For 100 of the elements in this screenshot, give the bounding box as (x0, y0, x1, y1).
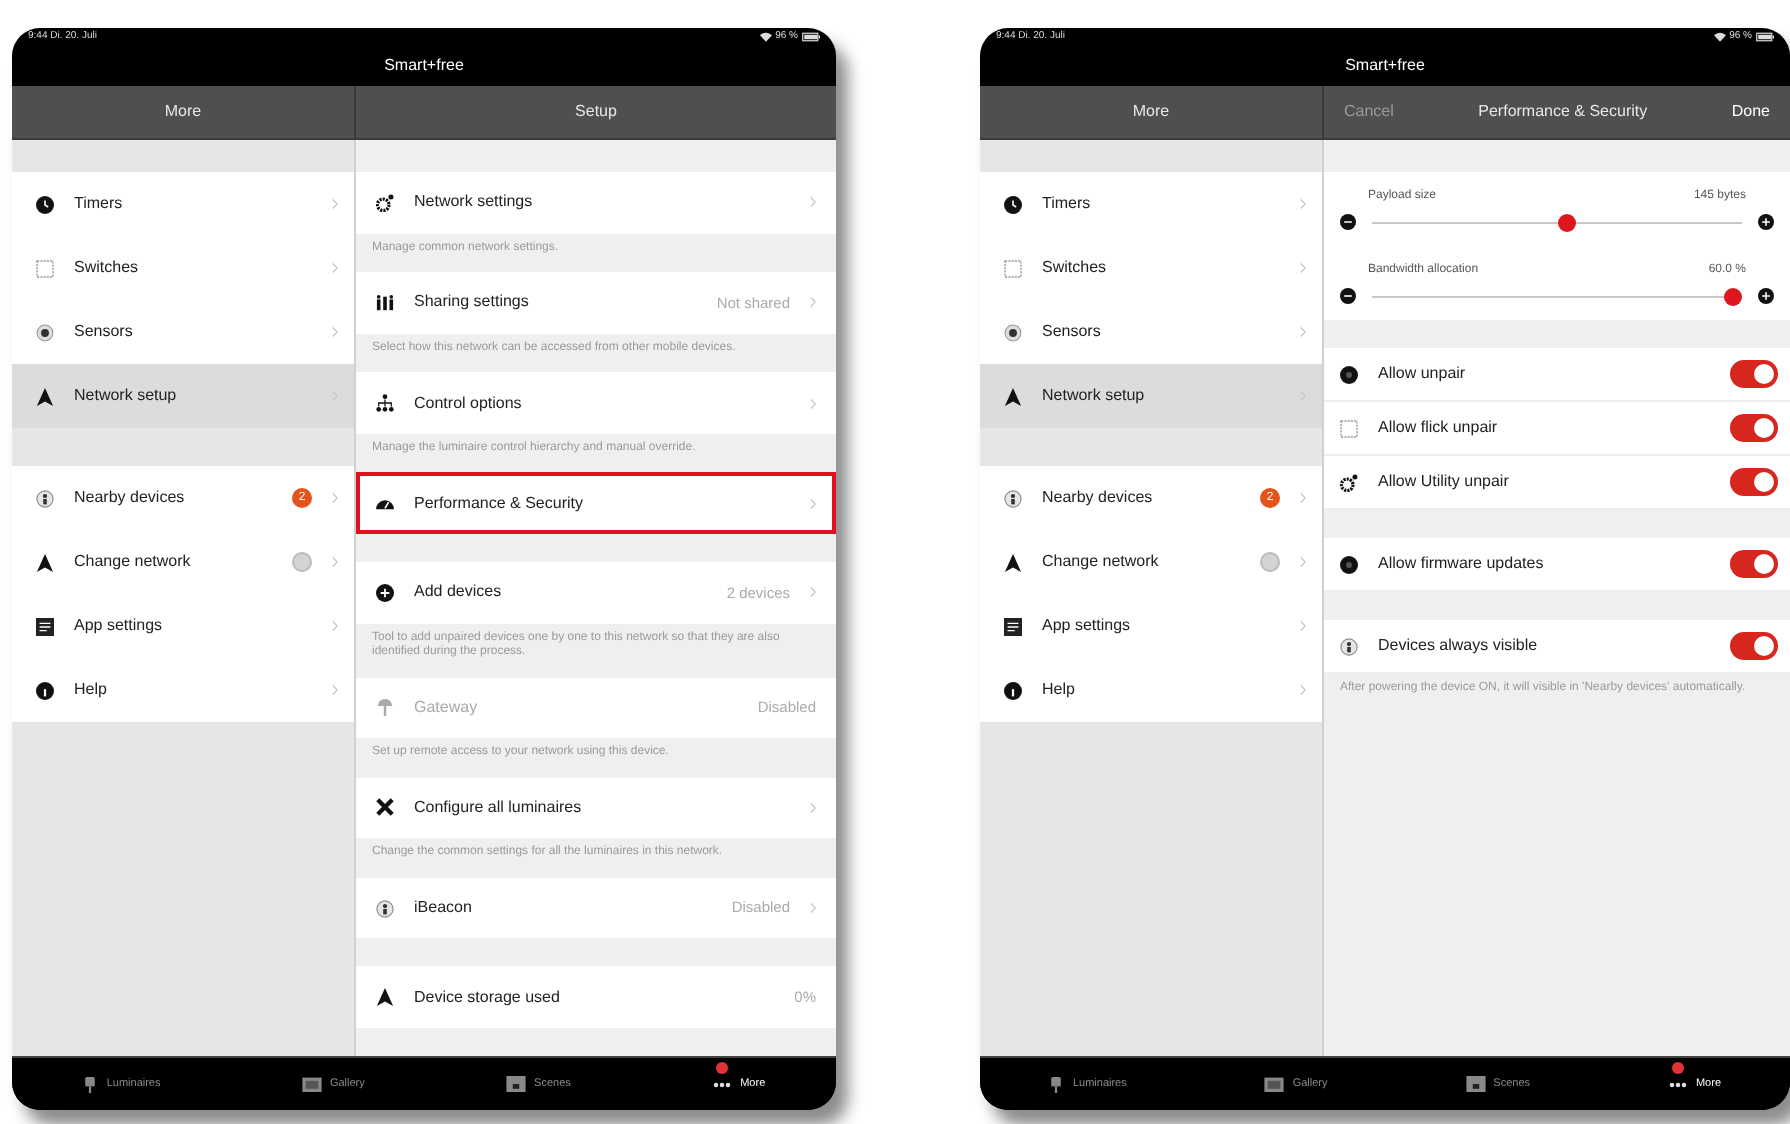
menu-label: Nearby devices (1042, 486, 1155, 510)
status-badge (292, 552, 312, 572)
menu-item[interactable]: Network setup (980, 364, 1322, 428)
minus-circle-icon[interactable] (1340, 288, 1356, 304)
chevron-icon (332, 198, 338, 210)
peak-icon (36, 553, 54, 571)
gauge-icon (376, 494, 394, 513)
menu-item[interactable]: Sensors (12, 300, 354, 364)
battery-icon (802, 32, 820, 42)
menu-label: Timers (1042, 192, 1093, 216)
panel-title: Setup (575, 100, 617, 124)
menu-label: App settings (74, 614, 165, 638)
square-icon (36, 259, 54, 277)
menu-item[interactable]: Switches (12, 236, 354, 300)
gallery-icon (301, 1076, 322, 1092)
menu-item[interactable]: Help (12, 658, 354, 722)
setting-label: Device storage used (414, 985, 562, 1010)
gear-icon (376, 193, 394, 212)
menu-item[interactable]: Change network (980, 530, 1322, 594)
menu-label: Network setup (74, 384, 179, 408)
target-icon (1004, 323, 1022, 341)
plus-circle-icon[interactable] (1758, 288, 1774, 304)
gallery-icon (1264, 1076, 1285, 1092)
menu-label: Sensors (74, 320, 135, 344)
settings-row[interactable]: Performance & Security (356, 472, 836, 534)
setting-label: Add devices (414, 580, 504, 605)
toggle-switch[interactable] (1730, 360, 1778, 388)
menu-item[interactable]: App settings (980, 594, 1322, 658)
scenes-icon (506, 1076, 527, 1092)
peak-icon (376, 988, 394, 1007)
person-icon (1340, 637, 1358, 655)
toggle-switch[interactable] (1730, 550, 1778, 578)
menu-item[interactable]: Help (980, 658, 1322, 722)
menu-label: Sensors (1042, 320, 1103, 344)
menu-item[interactable]: Timers (980, 172, 1322, 236)
settings-row[interactable]: Control options (356, 372, 836, 434)
chevron-icon (1300, 262, 1306, 274)
panel-title: More (1132, 100, 1170, 124)
toggle-switch[interactable] (1730, 414, 1778, 442)
cross-icon (376, 798, 394, 817)
setting-label: Allow flick unpair (1378, 416, 1500, 440)
menu-label: Help (1042, 678, 1077, 702)
chevron-icon (1300, 198, 1306, 210)
grid-icon (1004, 617, 1022, 635)
menu-item[interactable]: Network setup (12, 364, 354, 428)
battery-icon (1756, 32, 1774, 42)
chevron-icon (1300, 492, 1306, 504)
dots-icon (1667, 1081, 1688, 1087)
toggle-switch[interactable] (1730, 468, 1778, 496)
status-badge (1260, 552, 1280, 572)
menu-label: Switches (74, 256, 141, 280)
setting-label: Performance & Security (414, 491, 585, 516)
panel-title: Performance & Security (1478, 100, 1648, 124)
menu-item[interactable]: Timers (12, 172, 354, 236)
setting-label: Sharing settings (414, 290, 531, 315)
menu-item[interactable]: Change network (12, 530, 354, 594)
hierarchy-icon (376, 394, 394, 413)
slider-thumb[interactable] (1558, 213, 1577, 231)
plus-circle-icon[interactable] (1758, 214, 1774, 230)
chevron-icon (1300, 684, 1306, 696)
menu-label: App settings (1042, 614, 1133, 638)
done-button[interactable]: Done (1731, 100, 1770, 124)
peak-icon (36, 387, 54, 405)
chevron-icon (332, 492, 338, 504)
chevron-icon (1300, 620, 1306, 632)
app-title: Smart+free (384, 54, 464, 78)
chevron-icon (332, 326, 338, 338)
slider-thumb[interactable] (1724, 287, 1742, 305)
setting-label: Allow unpair (1378, 362, 1468, 386)
lamp-icon (1048, 1075, 1065, 1093)
menu-label: Timers (74, 192, 125, 216)
chevron-icon (332, 620, 338, 632)
setting-label: Allow firmware updates (1378, 552, 1546, 576)
disc-icon (1340, 365, 1358, 383)
minus-circle-icon[interactable] (1340, 214, 1356, 230)
menu-item[interactable]: Switches (980, 236, 1322, 300)
square-icon (1004, 259, 1022, 277)
square-icon (1340, 419, 1358, 437)
slider-track[interactable] (1372, 213, 1742, 231)
settings-row[interactable]: Configure all luminaires (356, 777, 836, 839)
toggle-switch[interactable] (1730, 632, 1778, 660)
info-icon (1004, 681, 1022, 699)
settings-row[interactable]: Network settings (356, 172, 836, 234)
setting-label: Gateway (414, 695, 480, 720)
person-icon (376, 899, 394, 918)
setting-label: Allow Utility unpair (1378, 470, 1511, 494)
menu-label: Nearby devices (74, 486, 187, 510)
setting-label: Configure all luminaires (414, 795, 584, 820)
menu-label: Change network (1042, 550, 1161, 574)
slider-track[interactable] (1372, 287, 1742, 305)
info-icon (36, 681, 54, 699)
peak-icon (1004, 387, 1022, 405)
gear-icon (1340, 473, 1358, 491)
setting-label: Control options (414, 391, 524, 416)
panel-title: More (164, 100, 202, 124)
menu-item[interactable]: App settings (12, 594, 354, 658)
clock-icon (1004, 195, 1022, 213)
menu-label: Network setup (1042, 384, 1147, 408)
chevron-icon (332, 556, 338, 568)
menu-item[interactable]: Sensors (980, 300, 1322, 364)
